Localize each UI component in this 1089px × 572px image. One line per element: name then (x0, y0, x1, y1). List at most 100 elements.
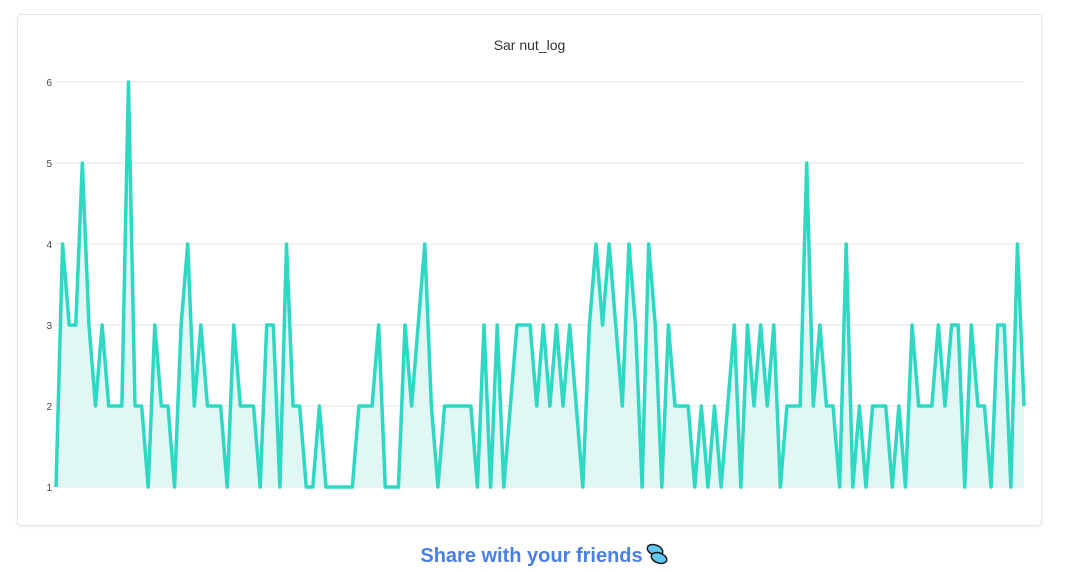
data-point (126, 80, 130, 84)
data-point (133, 404, 137, 408)
data-point (363, 404, 367, 408)
data-point (857, 404, 861, 408)
data-point (686, 404, 690, 408)
data-point (732, 323, 736, 327)
data-point (838, 485, 842, 489)
data-point (396, 485, 400, 489)
data-point (265, 323, 269, 327)
data-point (950, 323, 954, 327)
data-point (726, 404, 730, 408)
data-point (317, 404, 321, 408)
data-point (976, 404, 980, 408)
data-point (989, 485, 993, 489)
data-point (963, 485, 967, 489)
data-point (403, 323, 407, 327)
data-point (515, 323, 519, 327)
data-point (74, 323, 78, 327)
data-point (805, 161, 809, 165)
data-point (337, 485, 341, 489)
data-point (284, 242, 288, 246)
series-area (56, 82, 1024, 487)
data-point (680, 404, 684, 408)
data-point (238, 404, 242, 408)
data-point (713, 404, 717, 408)
data-point (587, 323, 591, 327)
data-point (897, 404, 901, 408)
data-point (304, 485, 308, 489)
data-point (258, 485, 262, 489)
data-point (943, 404, 947, 408)
data-point (146, 485, 150, 489)
data-point (443, 404, 447, 408)
data-point (969, 323, 973, 327)
data-point (541, 323, 545, 327)
data-point (245, 404, 249, 408)
data-point (212, 404, 216, 408)
data-point (423, 242, 427, 246)
data-point (930, 404, 934, 408)
data-point (80, 161, 84, 165)
data-point (824, 404, 828, 408)
data-point (581, 485, 585, 489)
data-point (660, 485, 664, 489)
data-point (324, 485, 328, 489)
data-point (785, 404, 789, 408)
data-point (640, 485, 644, 489)
y-tick-label: 3 (46, 321, 52, 332)
share-icon (645, 542, 669, 572)
data-point (179, 323, 183, 327)
data-point (350, 485, 354, 489)
data-point (416, 323, 420, 327)
data-point (982, 404, 986, 408)
data-point (759, 323, 763, 327)
data-point (798, 404, 802, 408)
data-point (568, 323, 572, 327)
data-point (765, 404, 769, 408)
chart-card: Sar nut_log 123456 (17, 14, 1042, 526)
data-point (436, 485, 440, 489)
data-point (653, 323, 657, 327)
data-point (120, 404, 124, 408)
data-point (956, 323, 960, 327)
data-point (699, 404, 703, 408)
data-point (739, 485, 743, 489)
data-point (205, 404, 209, 408)
data-point (890, 485, 894, 489)
data-point (601, 323, 605, 327)
data-point (647, 242, 651, 246)
data-point (752, 404, 756, 408)
data-point (502, 485, 506, 489)
data-point (153, 323, 157, 327)
data-point (903, 485, 907, 489)
data-point (508, 404, 512, 408)
data-point (192, 404, 196, 408)
data-point (331, 485, 335, 489)
data-point (936, 323, 940, 327)
data-point (745, 323, 749, 327)
data-point (673, 404, 677, 408)
y-tick-label: 4 (46, 240, 52, 251)
data-point (871, 404, 875, 408)
data-point (910, 323, 914, 327)
data-point (252, 404, 256, 408)
data-point (1009, 485, 1013, 489)
data-point (100, 323, 104, 327)
y-tick-label: 1 (46, 483, 52, 494)
data-point (844, 242, 848, 246)
data-point (693, 485, 697, 489)
data-point (884, 404, 888, 408)
data-point (561, 404, 565, 408)
data-point (772, 323, 776, 327)
data-point (291, 404, 295, 408)
data-point (1015, 242, 1019, 246)
data-point (199, 323, 203, 327)
data-point (864, 485, 868, 489)
chart-area: 1 2 3 4 5 6 (46, 78, 1026, 494)
data-point (390, 485, 394, 489)
data-point (456, 404, 460, 408)
share-link[interactable]: Share with your friends (0, 542, 1089, 572)
data-point (482, 323, 486, 327)
data-point (778, 485, 782, 489)
y-tick-label: 2 (46, 402, 52, 413)
data-point (719, 485, 723, 489)
